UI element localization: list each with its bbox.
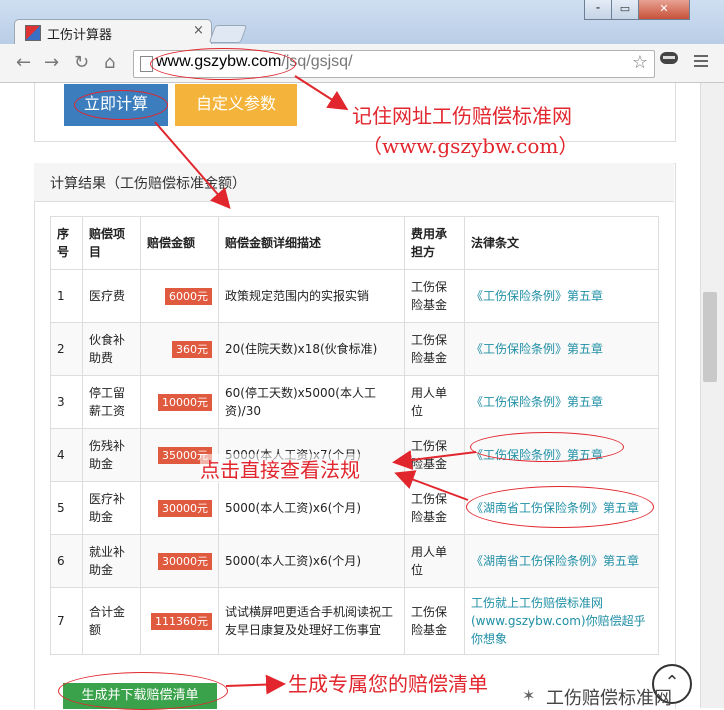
table-row: 1 医疗费 6000元 政策规定范围内的实报实销 工伤保险基金 《工伤保险条例》…: [50, 269, 659, 323]
row-payer: 工伤保险基金: [404, 587, 465, 655]
tab-title: 工伤计算器: [47, 27, 113, 42]
annotation-generate-list: 生成专属您的赔偿清单: [288, 672, 488, 696]
close-window-button[interactable]: ✕: [638, 0, 690, 20]
law-highlight-ellipse: [470, 432, 624, 462]
header-desc: 赔偿金额详细描述: [218, 216, 405, 270]
extension-icon[interactable]: [660, 52, 678, 64]
calc-highlight-ellipse: [74, 90, 168, 120]
generate-highlight-ellipse: [58, 672, 228, 710]
minimize-button[interactable]: ⁃: [584, 0, 612, 20]
annotation-remember-url-sub: （www.gszybw.com）: [362, 134, 579, 158]
amount-badge: 10000元: [158, 393, 212, 411]
annotation-remember-url: 记住网址工伤赔偿标准网: [352, 104, 572, 128]
table-row: 7 合计金额 111360元 试试横屏吧更适合手机阅读祝工友早日康复及处理好工伤…: [50, 587, 659, 655]
row-payer: 工伤保险基金: [404, 322, 465, 376]
reload-icon[interactable]: ↻: [74, 52, 89, 73]
row-desc: 5000(本人工资)x6(个月): [218, 481, 405, 535]
row-payer: 工伤保险基金: [404, 269, 465, 323]
annotation-click-law: 点击直接查看法规: [200, 454, 360, 483]
row-payer: 工伤保险基金: [404, 428, 465, 482]
header-payer: 费用承担方: [404, 216, 465, 270]
tab-close-icon[interactable]: ×: [193, 23, 204, 38]
row-desc: 5000(本人工资)x6(个月): [218, 534, 405, 588]
header-law: 法律条文: [464, 216, 659, 270]
row-desc: 20(住院天数)x18(伙食标准): [218, 322, 405, 376]
row-no: 1: [50, 269, 83, 323]
table-row: 2 伙食补助费 360元 20(住院天数)x18(伙食标准) 工伤保险基金 《工…: [50, 322, 659, 376]
row-item: 医疗补助金: [82, 481, 141, 535]
row-desc: 试试横屏吧更适合手机阅读祝工友早日康复及处理好工伤事宜: [218, 587, 405, 655]
watermark: 工伤赔偿标准网: [546, 688, 672, 709]
law-link[interactable]: 工伤就上工伤赔偿标准网(www.gszybw.com)你赔偿超乎你想象: [464, 587, 659, 655]
url-highlight-ellipse: [150, 48, 296, 80]
law-link[interactable]: 《工伤保险条例》第五章: [464, 322, 659, 376]
custom-parameters-button[interactable]: 自定义参数: [175, 84, 297, 126]
law-highlight-ellipse-2: [466, 486, 654, 528]
forward-arrow-icon[interactable]: →: [44, 52, 59, 73]
header-item: 赔偿项目: [82, 216, 141, 270]
browser-tab[interactable]: 工伤计算器 ×: [14, 19, 212, 46]
row-no: 6: [50, 534, 83, 588]
bookmark-star-icon[interactable]: ☆: [632, 52, 648, 73]
favicon-icon: [25, 25, 41, 41]
new-tab-button[interactable]: [208, 25, 248, 43]
amount-badge: 30000元: [158, 499, 212, 517]
row-item: 伙食补助费: [82, 322, 141, 376]
row-desc: 60(停工天数)x5000(本人工资)/30: [218, 375, 405, 429]
amount-badge: 6000元: [165, 287, 212, 305]
wechat-icon: ✶: [522, 686, 536, 705]
results-title: 计算结果（工伤赔偿标准金额）: [50, 176, 246, 192]
row-no: 4: [50, 428, 83, 482]
browser-toolbar: ← → ↻ ⌂ www.gszybw.com/jsq/gsjsq/ ☆: [0, 44, 724, 83]
row-no: 5: [50, 481, 83, 535]
hamburger-menu-icon[interactable]: [694, 52, 708, 70]
law-link[interactable]: 《工伤保险条例》第五章: [464, 375, 659, 429]
row-no: 3: [50, 375, 83, 429]
row-no: 2: [50, 322, 83, 376]
amount-badge: 30000元: [158, 552, 212, 570]
amount-badge: 111360元: [151, 612, 212, 630]
row-no: 7: [50, 587, 83, 655]
scrollbar-thumb[interactable]: [703, 292, 717, 382]
row-desc: 政策规定范围内的实报实销: [218, 269, 405, 323]
table-row: 6 就业补助金 30000元 5000(本人工资)x6(个月) 用人单位 《湖南…: [50, 534, 659, 588]
amount-badge: 360元: [172, 340, 212, 358]
home-icon[interactable]: ⌂: [104, 52, 115, 73]
law-link[interactable]: 《湖南省工伤保险条例》第五章: [464, 534, 659, 588]
row-item: 医疗费: [82, 269, 141, 323]
vertical-scrollbar[interactable]: [700, 83, 724, 708]
row-payer: 工伤保险基金: [404, 481, 465, 535]
row-payer: 用人单位: [404, 534, 465, 588]
header-no: 序号: [50, 216, 83, 270]
law-link[interactable]: 《工伤保险条例》第五章: [464, 269, 659, 323]
back-arrow-icon[interactable]: ←: [16, 52, 31, 73]
restore-button[interactable]: ▭: [611, 0, 639, 20]
row-item: 停工留薪工资: [82, 375, 141, 429]
row-item: 伤残补助金: [82, 428, 141, 482]
table-row: 3 停工留薪工资 10000元 60(停工天数)x5000(本人工资)/30 用…: [50, 375, 659, 429]
header-amount: 赔偿金额: [140, 216, 219, 270]
row-item: 就业补助金: [82, 534, 141, 588]
row-payer: 用人单位: [404, 375, 465, 429]
table-header-row: 序号 赔偿项目 赔偿金额 赔偿金额详细描述 费用承担方 法律条文: [50, 216, 659, 270]
row-item: 合计金额: [82, 587, 141, 655]
